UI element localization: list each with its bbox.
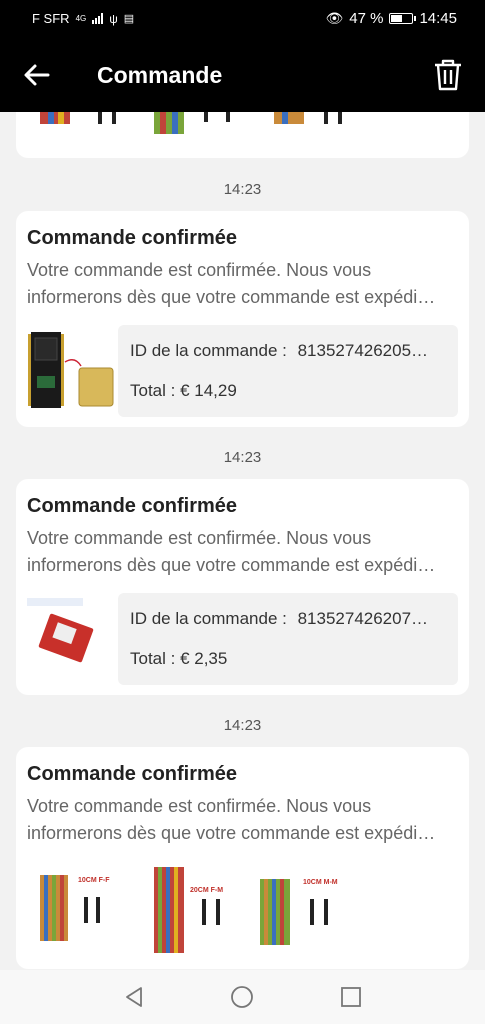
sim-icon: ▤ — [123, 13, 135, 25]
message-description: Votre commande est confirmée. Nous vous … — [27, 793, 457, 847]
message-card-partial[interactable] — [16, 112, 469, 158]
status-left: F SFR 4G ψ ▤ — [32, 11, 134, 26]
cable-thumbnail-mm — [260, 879, 328, 945]
recents-square-icon[interactable] — [339, 985, 363, 1009]
cable-thumbnail-1 — [40, 112, 116, 124]
message-description: Votre commande est confirmée. Nous vous … — [27, 525, 457, 579]
battery-icon — [389, 13, 417, 24]
message-card[interactable]: Commande confirmée Votre commande est co… — [16, 211, 469, 427]
order-summary[interactable]: ID de la commande : 813527426207… Total … — [118, 593, 458, 685]
description-line: Votre commande est confirmée. Nous vous — [27, 528, 372, 548]
arrow-left-icon[interactable] — [22, 60, 52, 90]
order-id-row: ID de la commande : 813527426205… — [130, 341, 452, 361]
order-id-value: 813527426207… — [297, 609, 429, 628]
description-line: informerons dès que votre commande est e… — [27, 555, 436, 575]
network-label: 4G — [75, 14, 87, 23]
eye-icon: 👁 — [325, 10, 344, 26]
app-bar: Commande — [0, 38, 485, 112]
cable-thumbnail-2 — [154, 112, 230, 134]
order-summary[interactable]: ID de la commande : 813527426205… Total … — [118, 325, 458, 417]
message-title: Commande confirmée — [27, 763, 238, 785]
order-id-row: ID de la commande : 813527426207… — [130, 609, 452, 629]
status-right: 👁 47 % 14:45 — [325, 10, 457, 27]
order-total: Total : € 2,35 — [130, 649, 228, 668]
status-bar: F SFR 4G ψ ▤ 👁 47 % 14:45 — [0, 0, 485, 38]
description-line: informerons dès que votre commande est e… — [27, 287, 436, 307]
description-line: Votre commande est confirmée. Nous vous — [27, 260, 372, 280]
order-id-label: ID de la commande : — [130, 609, 287, 628]
order-id-label: ID de la commande : — [130, 341, 287, 360]
order-id-value: 813527426205… — [297, 341, 429, 360]
clock: 14:45 — [419, 10, 457, 27]
description-line: Votre commande est confirmée. Nous vous — [27, 796, 372, 816]
cable-thumbnail-fm — [154, 867, 220, 953]
page-title: Commande — [97, 62, 223, 88]
back-triangle-icon[interactable] — [122, 985, 146, 1009]
timestamp: 14:23 — [223, 449, 262, 466]
timestamp: 14:23 — [223, 181, 262, 198]
battery-percent: 47 % — [349, 10, 384, 27]
message-list[interactable]: 14:23 Commande confirmée Votre commande … — [0, 112, 485, 970]
description-line: informerons dès que votre commande est e… — [27, 823, 436, 843]
usb-icon: ψ — [109, 11, 118, 26]
product-label: 10CM F-F — [78, 877, 110, 884]
message-card[interactable]: Commande confirmée Votre commande est co… — [16, 747, 469, 969]
product-label: 20CM F-M — [190, 887, 224, 894]
message-title: Commande confirmée — [27, 227, 238, 249]
cable-thumbnail-3 — [274, 112, 342, 124]
timestamp: 14:23 — [223, 717, 262, 734]
carrier-label: F SFR — [32, 11, 70, 26]
product-thumbnail — [27, 598, 94, 663]
system-nav-bar — [0, 970, 485, 1024]
trash-icon[interactable] — [433, 58, 463, 92]
product-thumbnail — [28, 332, 114, 408]
message-description: Votre commande est confirmée. Nous vous … — [27, 257, 457, 311]
order-total: Total : € 14,29 — [130, 381, 237, 400]
signal-icon — [92, 13, 104, 24]
home-circle-icon[interactable] — [230, 985, 254, 1009]
product-label: 10CM M-M — [303, 879, 338, 886]
message-card[interactable]: Commande confirmée Votre commande est co… — [16, 479, 469, 695]
message-title: Commande confirmée — [27, 495, 238, 517]
